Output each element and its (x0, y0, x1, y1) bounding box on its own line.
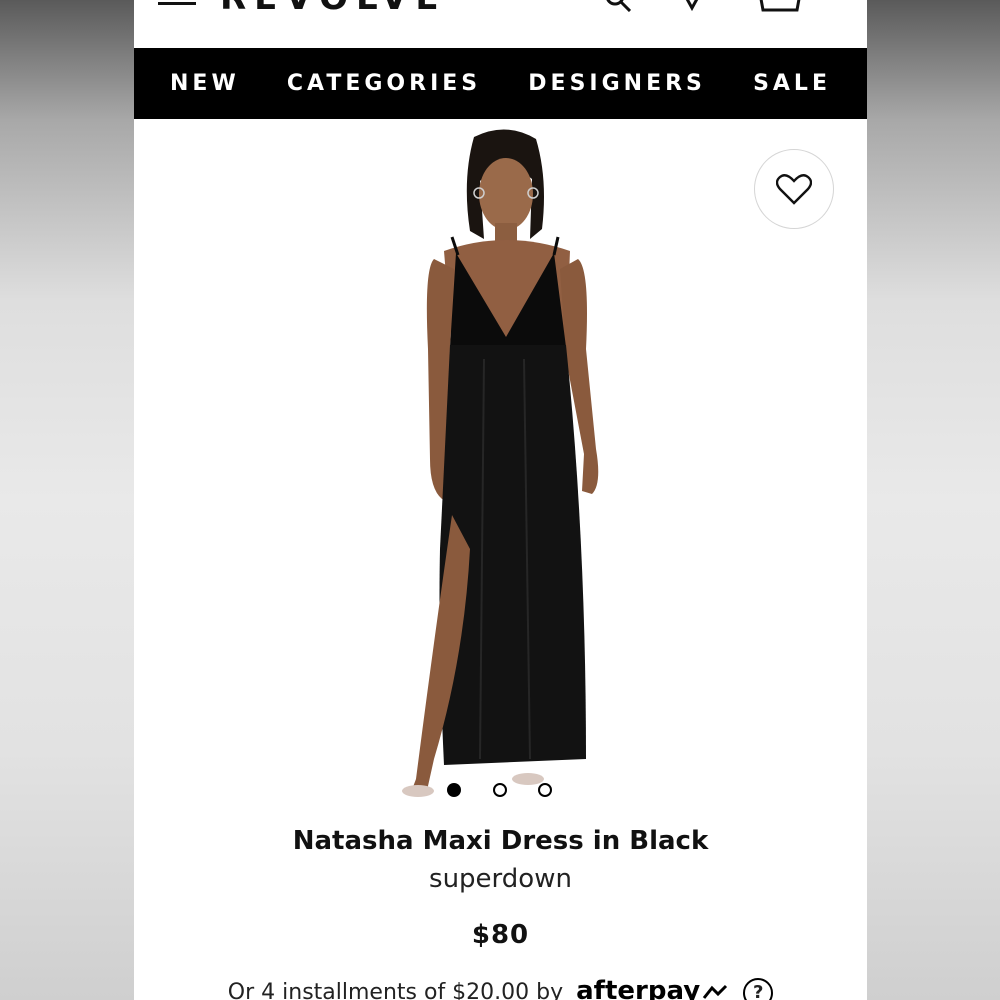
nav-item-new[interactable]: NEW (170, 71, 240, 96)
help-icon[interactable]: ? (743, 978, 774, 1000)
heart-outline-icon (776, 174, 812, 205)
main-nav: NEW CATEGORIES DESIGNERS SALE (134, 48, 867, 119)
menu-icon[interactable] (158, 0, 196, 5)
wishlist-button[interactable] (754, 149, 834, 229)
afterpay-logo: afterpay (576, 976, 701, 1000)
carousel-dot-1[interactable] (447, 783, 461, 797)
nav-item-designers[interactable]: DESIGNERS (528, 71, 706, 96)
carousel-dots (447, 783, 557, 801)
search-icon[interactable] (605, 0, 631, 12)
nav-item-sale[interactable]: SALE (753, 71, 831, 96)
product-price: $80 (471, 920, 530, 950)
product-photo[interactable] (134, 119, 867, 819)
carousel-dot-2[interactable] (493, 783, 507, 797)
bag-icon[interactable] (757, 0, 803, 12)
carousel-dot-3[interactable] (538, 783, 552, 797)
phone-screen: REVOLVE NEW CATEGORIES DESIGNERS SALE (134, 0, 867, 1000)
product-brand[interactable]: superdown (134, 864, 867, 894)
nav-item-categories[interactable]: CATEGORIES (287, 71, 481, 96)
installments-text: Or 4 installments of $20.00 by (227, 980, 564, 1000)
afterpay-installments: Or 4 installments of $20.00 by afterpay … (134, 976, 867, 1000)
product-image-carousel[interactable] (134, 119, 867, 819)
top-header: REVOLVE (134, 0, 867, 48)
product-name: Natasha Maxi Dress in Black (292, 826, 709, 856)
logo[interactable]: REVOLVE (220, 0, 447, 18)
location-icon[interactable] (679, 0, 705, 12)
afterpay-arrows-icon (703, 984, 728, 999)
